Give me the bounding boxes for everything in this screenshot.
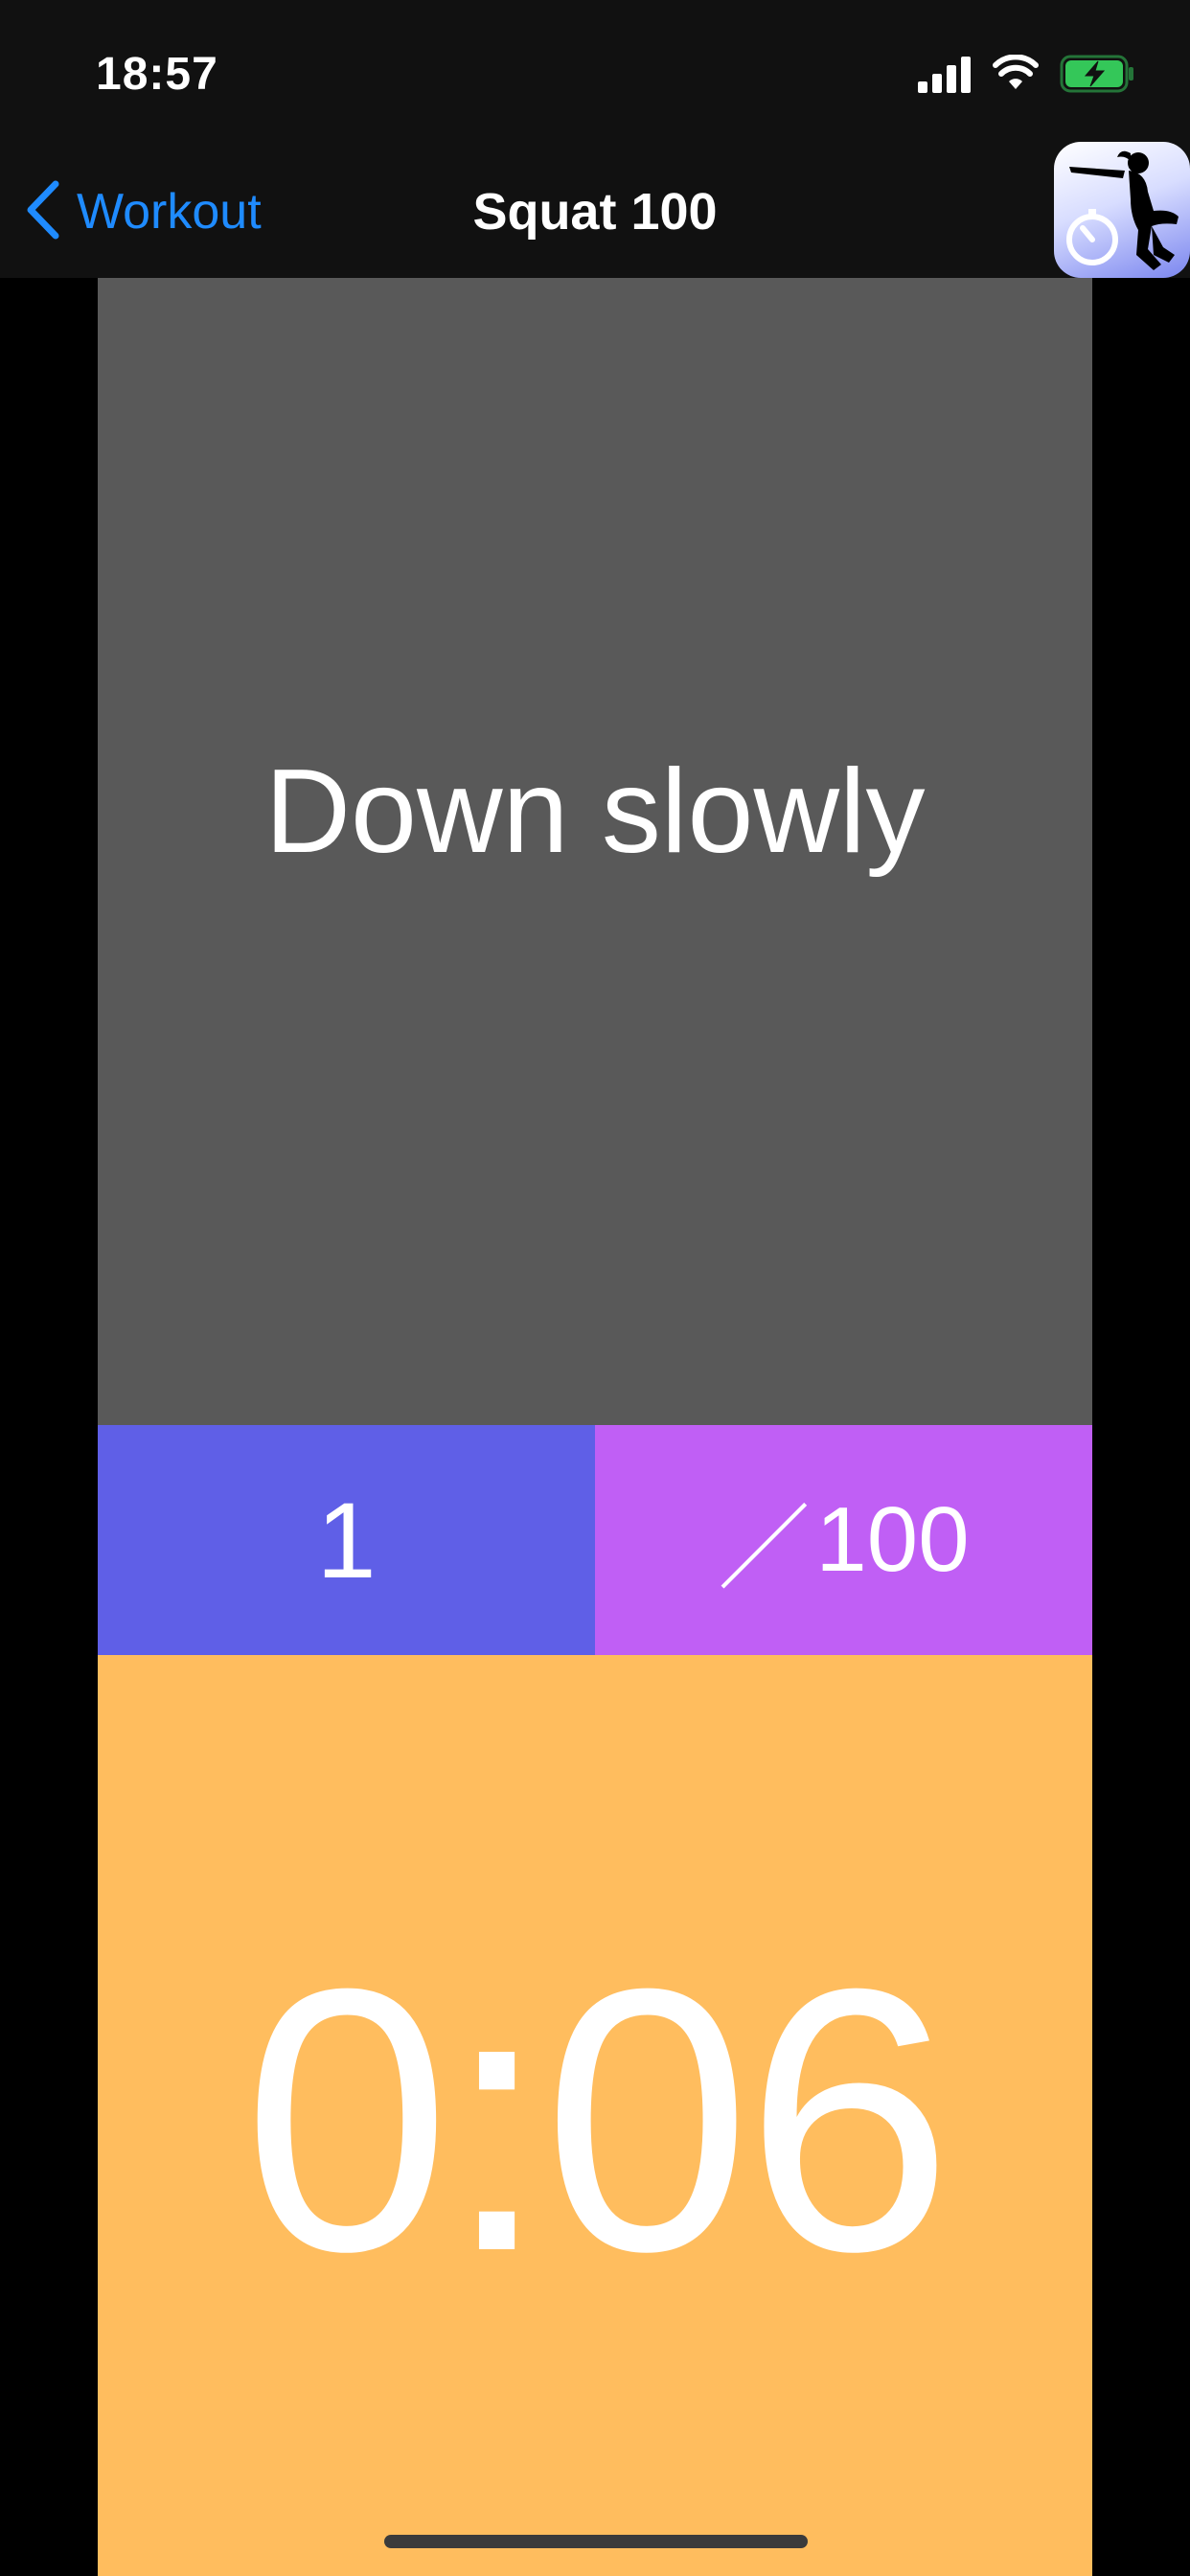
- instruction-text: Down slowly: [264, 745, 926, 878]
- current-rep-count: 1: [98, 1425, 595, 1655]
- navigation-bar: Workout Squat 100: [0, 144, 1190, 278]
- wifi-icon: [993, 53, 1039, 98]
- timer-display: 0:06: [242, 1911, 952, 2329]
- battery-charging-icon: [1060, 54, 1136, 99]
- squat-timer-app-icon[interactable]: [1054, 142, 1190, 278]
- home-indicator[interactable]: [384, 2535, 808, 2548]
- status-time: 18:57: [96, 49, 218, 100]
- cellular-signal-icon: [918, 55, 972, 98]
- rep-counter: 1 ／ 100: [98, 1425, 1092, 1655]
- instruction-panel: Down slowly: [98, 278, 1092, 1425]
- timer-panel: 0:06: [98, 1655, 1092, 2576]
- total-reps: ／ 100: [595, 1425, 1092, 1655]
- total-rep-count: 100: [815, 1488, 970, 1591]
- status-icons: [918, 53, 1136, 99]
- page-title: Squat 100: [472, 183, 718, 241]
- status-bar: 18:57: [0, 0, 1190, 144]
- separator-slash: ／: [718, 1497, 811, 1600]
